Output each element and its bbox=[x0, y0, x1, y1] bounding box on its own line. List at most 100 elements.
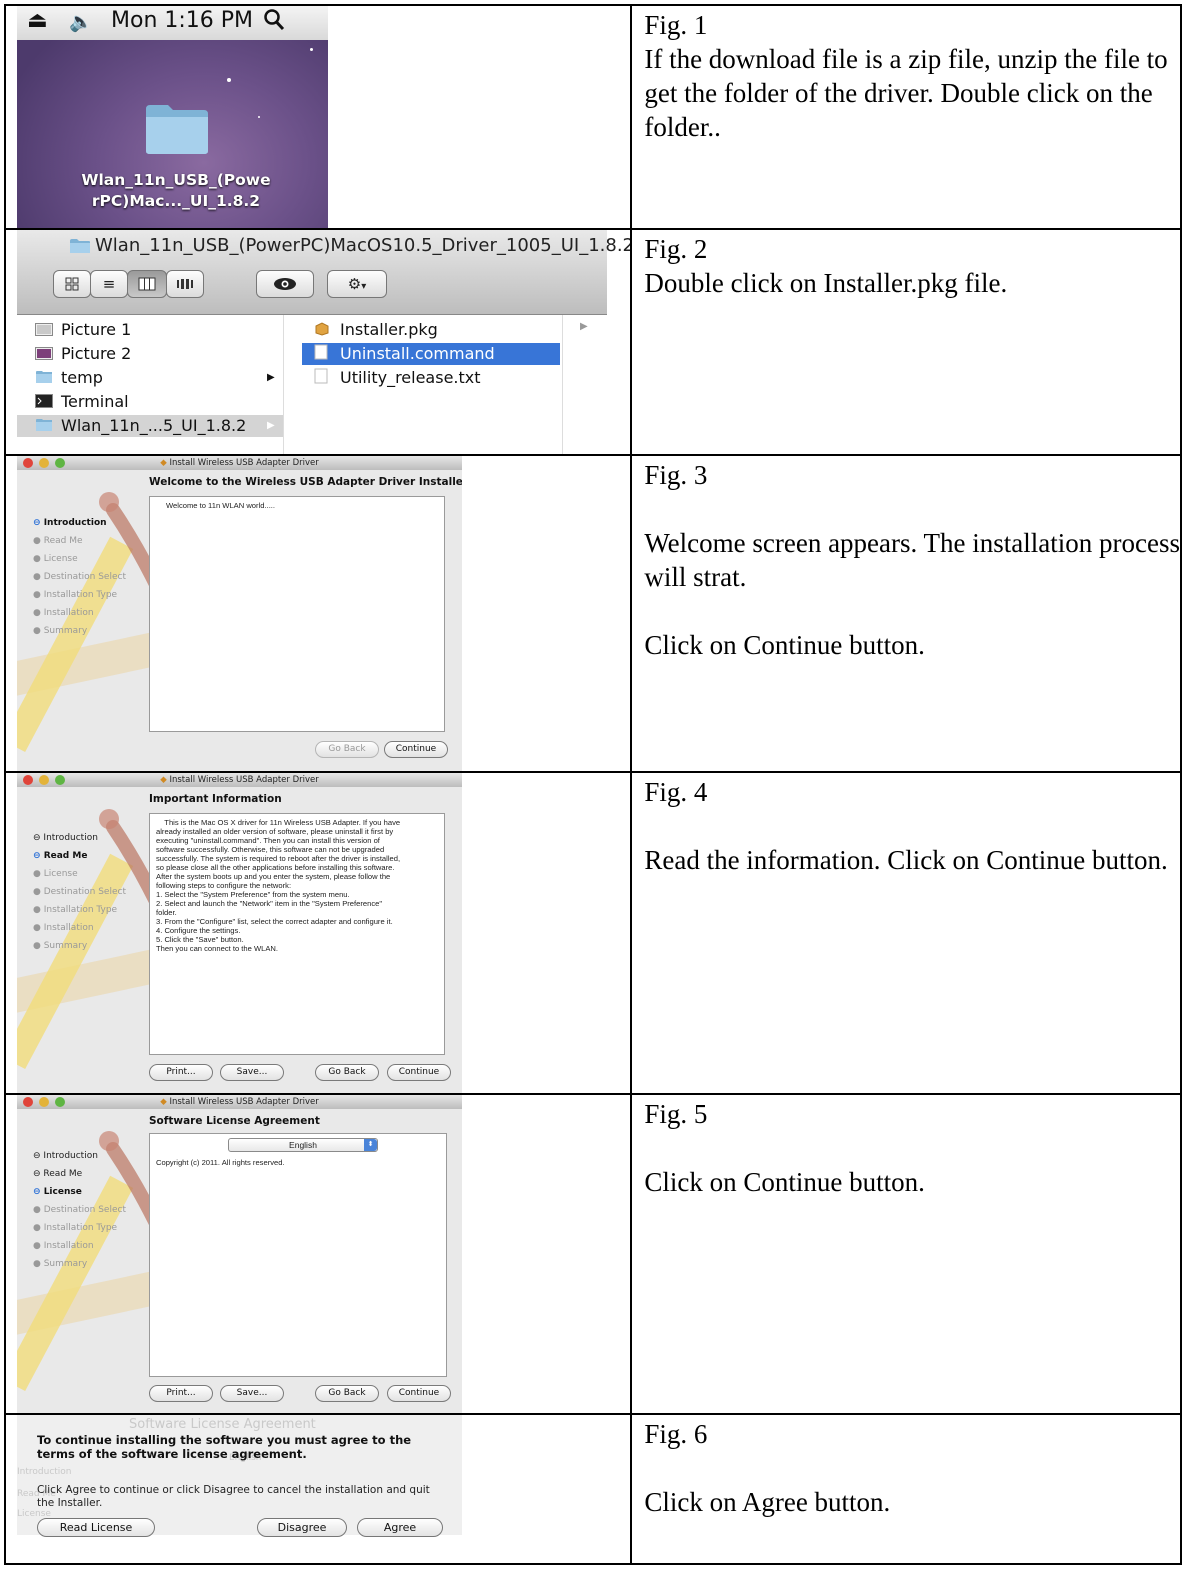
eject-icon[interactable]: ⏏ bbox=[27, 8, 48, 33]
page-heading: Important Information bbox=[149, 793, 282, 805]
installer-steps: ⊖ Introduction ⊖ Read Me ⊖ License ● Des… bbox=[33, 1147, 126, 1273]
minimize-button[interactable] bbox=[39, 1097, 49, 1107]
finder-titlebar: Wlan_11n_USB_(PowerPC)MacOS10.5_Driver_1… bbox=[17, 231, 629, 315]
list-view-button[interactable]: ≡ bbox=[90, 270, 128, 298]
gear-icon: ⚙ bbox=[347, 275, 362, 293]
zoom-button[interactable] bbox=[55, 1097, 65, 1107]
list-item[interactable]: Picture 1 bbox=[17, 319, 283, 341]
installer-window-readme: ◆ Install Wireless USB Adapter Driver Im… bbox=[17, 774, 462, 1092]
read-license-button[interactable]: Read License bbox=[37, 1518, 155, 1537]
list-item[interactable]: Installer.pkg bbox=[302, 319, 560, 341]
minimize-button[interactable] bbox=[39, 458, 49, 468]
icon-view-button[interactable] bbox=[53, 270, 91, 298]
quick-look-button[interactable] bbox=[256, 270, 314, 298]
continue-button[interactable]: Continue bbox=[387, 1064, 451, 1081]
window-titlebar: ◆ Install Wireless USB Adapter Driver bbox=[17, 457, 462, 470]
info-line: software successfully. Otherwise, this s… bbox=[156, 845, 385, 854]
star-decoration bbox=[227, 78, 231, 82]
zoom-button[interactable] bbox=[55, 775, 65, 785]
step-destination: ● Destination Select bbox=[33, 887, 126, 897]
list-item[interactable]: Picture 2 bbox=[17, 343, 283, 365]
continue-button[interactable]: Continue bbox=[384, 741, 448, 758]
go-back-button[interactable]: Go Back bbox=[315, 1064, 379, 1081]
disagree-button[interactable]: Disagree bbox=[257, 1518, 347, 1537]
instruction-text: Welcome screen appears. The installation… bbox=[644, 528, 1180, 592]
zoom-button[interactable] bbox=[55, 458, 65, 468]
folder-icon[interactable] bbox=[144, 101, 210, 155]
print-button[interactable]: Print... bbox=[149, 1385, 213, 1402]
step-current-icon: ⊖ bbox=[33, 518, 41, 528]
close-button[interactable] bbox=[23, 1097, 33, 1107]
list-item-label: Uninstall.command bbox=[340, 344, 495, 363]
action-menu-button[interactable]: ⚙▾ bbox=[327, 270, 387, 298]
list-item[interactable]: Terminal bbox=[17, 391, 283, 413]
figure-label: Fig. 2 bbox=[644, 234, 708, 264]
go-back-button[interactable]: Go Back bbox=[315, 1385, 379, 1402]
chevron-right-icon: ▶ bbox=[267, 372, 275, 383]
window-titlebar: ◆ Install Wireless USB Adapter Driver bbox=[17, 1096, 462, 1109]
step-read-me: ⊖ Read Me bbox=[33, 847, 126, 865]
agree-sheet: Software License Agreement Introduction … bbox=[17, 1416, 462, 1537]
info-line: Then you can connect to the WLAN. bbox=[156, 944, 278, 953]
step-read-me: ● Read Me bbox=[33, 536, 83, 546]
minimize-button[interactable] bbox=[39, 775, 49, 785]
figure-6-description: Fig. 6 Click on Agree button. bbox=[630, 1413, 1182, 1565]
save-button[interactable]: Save... bbox=[220, 1064, 284, 1081]
finder-column-left: Picture 1 Picture 2 temp ▶ Terminal Wlan_… bbox=[17, 315, 284, 453]
list-item-label: Utility_release.txt bbox=[340, 368, 481, 387]
spotlight-search-icon[interactable] bbox=[263, 8, 285, 38]
finder-column-right: Installer.pkg Uninstall.command Utility_… bbox=[284, 315, 607, 453]
step-current-icon: ⊖ bbox=[33, 1187, 41, 1197]
volume-icon[interactable]: 🔈 bbox=[69, 10, 93, 33]
save-button[interactable]: Save... bbox=[220, 1385, 284, 1402]
figure-2-description: Fig. 2 Double click on Installer.pkg fil… bbox=[630, 228, 1182, 456]
window-title: Install Wireless USB Adapter Driver bbox=[169, 458, 319, 468]
go-back-button[interactable]: Go Back bbox=[315, 741, 379, 758]
figure-5-description: Fig. 5 Click on Continue button. bbox=[630, 1093, 1182, 1415]
list-item[interactable]: temp ▶ bbox=[17, 367, 283, 389]
folder-label[interactable]: Wlan_11n_USB_(Powe rPC)Mac..._UI_1.8.2 bbox=[71, 170, 281, 212]
menu-bar: ⏏ 🔈 Mon 1:16 PM bbox=[17, 7, 328, 40]
step-label: Introduction bbox=[43, 833, 98, 843]
select-arrows-icon: ⬍ bbox=[364, 1139, 377, 1151]
close-button[interactable] bbox=[23, 775, 33, 785]
menu-clock[interactable]: Mon 1:16 PM bbox=[111, 8, 253, 33]
list-item-selected[interactable]: Wlan_11n_...5_UI_1.8.2 ▶ bbox=[17, 415, 283, 437]
figure-3-screenshot: ◆ Install Wireless USB Adapter Driver We… bbox=[3, 454, 633, 773]
print-button[interactable]: Print... bbox=[149, 1064, 213, 1081]
step-summary: ● Summary bbox=[33, 626, 88, 636]
step-label: Installation bbox=[43, 608, 94, 618]
figure-row-6: Software License Agreement Introduction … bbox=[3, 1413, 1182, 1565]
continue-button[interactable]: Continue bbox=[387, 1385, 451, 1402]
agree-button[interactable]: Agree bbox=[357, 1518, 443, 1537]
step-label: License bbox=[43, 869, 78, 879]
step-label: Read Me bbox=[43, 536, 83, 546]
installer-window-welcome: ◆ Install Wireless USB Adapter Driver We… bbox=[17, 457, 462, 770]
content-panel: Welcome to 11n WLAN world..... bbox=[149, 496, 445, 732]
figure-row-1: ⏏ 🔈 Mon 1:16 PM Wlan_11n_USB_(Powe rPC)M… bbox=[3, 4, 1182, 230]
step-done-icon: ⊖ bbox=[33, 1169, 41, 1179]
eye-icon bbox=[274, 278, 296, 290]
ghost-heading: Software License Agreement bbox=[129, 1417, 316, 1432]
step-label: Summary bbox=[43, 626, 88, 636]
step-label: Destination Select bbox=[43, 887, 126, 897]
content-panel: English ⬍ Copyright (c) 2011. All rights… bbox=[149, 1133, 447, 1377]
step-done-icon: ⊖ bbox=[33, 833, 41, 843]
list-item[interactable]: Utility_release.txt bbox=[302, 367, 560, 389]
content-panel: This is the Mac OS X driver for 11n Wire… bbox=[149, 813, 445, 1055]
close-button[interactable] bbox=[23, 458, 33, 468]
column-divider bbox=[562, 315, 563, 453]
step-label: Introduction bbox=[43, 1151, 98, 1161]
column-view-button[interactable] bbox=[127, 270, 167, 298]
license-text: Copyright (c) 2011. All rights reserved. bbox=[156, 1158, 285, 1167]
language-select[interactable]: English ⬍ bbox=[228, 1138, 378, 1152]
folder-icon bbox=[70, 239, 90, 253]
step-installation: ● Installation bbox=[33, 608, 94, 618]
info-line: so please close all the other applicatio… bbox=[156, 863, 395, 872]
coverflow-view-button[interactable] bbox=[166, 270, 204, 298]
list-item-selected[interactable]: Uninstall.command bbox=[302, 343, 560, 365]
sheet-detail: Click Agree to continue or click Disagre… bbox=[37, 1484, 430, 1509]
step-installation-type: ● Installation Type bbox=[33, 905, 118, 915]
figure-1-screenshot: ⏏ 🔈 Mon 1:16 PM Wlan_11n_USB_(Powe rPC)M… bbox=[3, 4, 633, 230]
